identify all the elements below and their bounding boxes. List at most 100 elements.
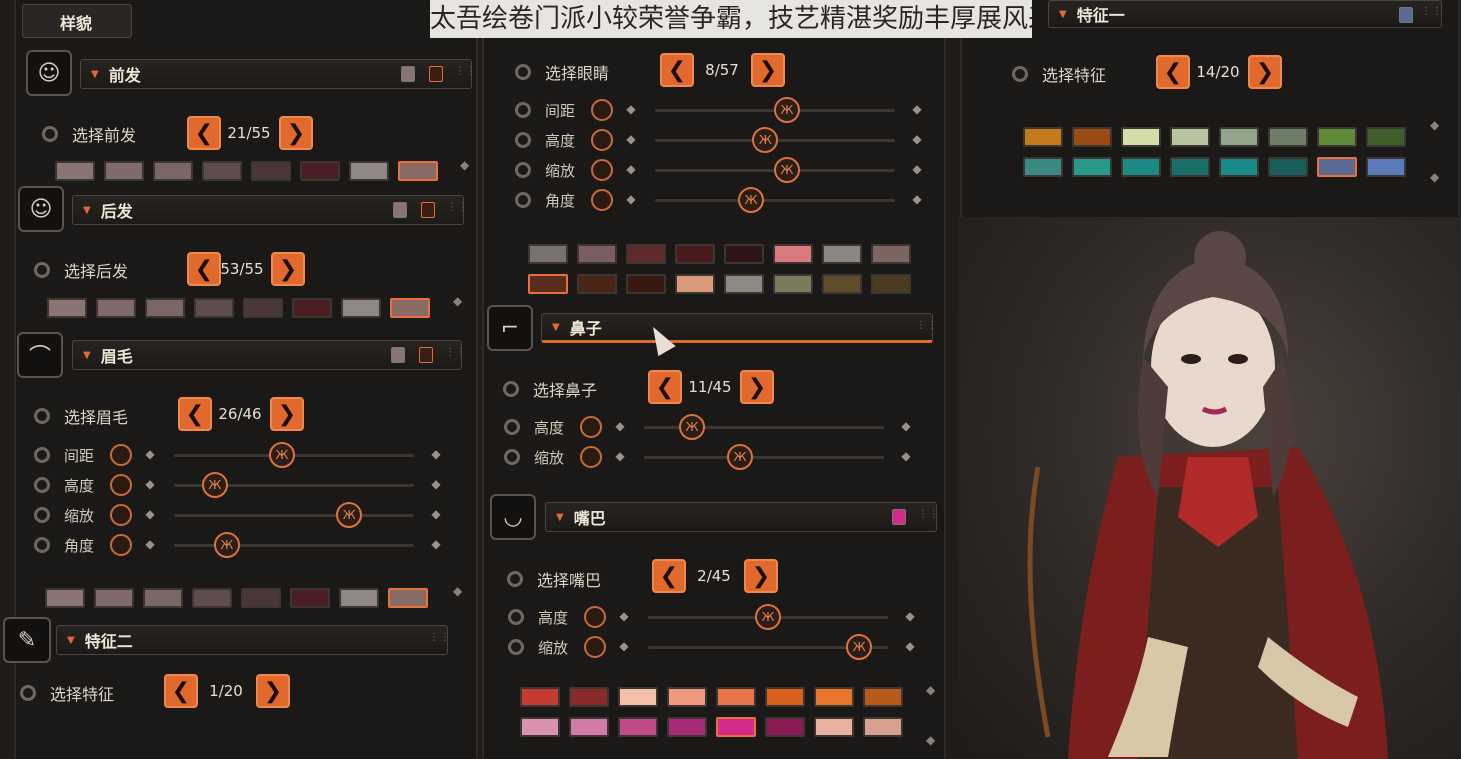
scroll-diamond-icon[interactable]: ◆ [453, 294, 462, 308]
eye-color-swatch[interactable] [822, 274, 862, 294]
eye-color-swatch[interactable] [871, 274, 911, 294]
scroll-diamond-icon[interactable]: ◆ [1430, 118, 1439, 132]
reset-icon[interactable] [591, 159, 613, 181]
eyebrows-next-button[interactable]: ❯ [270, 397, 304, 431]
feature1-color-swatch[interactable] [1170, 157, 1210, 177]
feature1-color-swatch[interactable] [1121, 127, 1161, 147]
grip-icon[interactable]: ⋮⋮ [918, 510, 939, 525]
feature1-color-swatch[interactable] [1366, 127, 1406, 147]
mouth-color-swatch[interactable] [618, 687, 658, 707]
mouth-color-swatch[interactable] [814, 717, 854, 737]
mouth-color-swatch[interactable] [716, 717, 756, 737]
front-hair-color-swatch[interactable] [202, 161, 242, 181]
eyebrow-color-swatch[interactable] [388, 588, 428, 608]
reset-icon[interactable] [580, 446, 602, 468]
grip-icon[interactable]: ⋮⋮ [455, 67, 476, 82]
feature2-icon[interactable]: ✎ [3, 617, 51, 663]
eyebrow-color-swatch[interactable] [45, 588, 85, 608]
eye-color-swatch[interactable] [577, 244, 617, 264]
grip-icon[interactable]: ⋮⋮ [445, 348, 466, 363]
eyebrow-slider-knob[interactable]: Ж [201, 472, 228, 498]
feature1-color-swatch[interactable] [1268, 127, 1308, 147]
feature2-next-button[interactable]: ❯ [256, 674, 290, 708]
feature2-prev-button[interactable]: ❮ [164, 674, 198, 708]
mouth-next-button[interactable]: ❯ [744, 559, 778, 593]
back-hair-next-button[interactable]: ❯ [271, 252, 305, 286]
front-hair-icon[interactable]: ☺ [26, 50, 72, 96]
eyebrows-header[interactable]: ▼ 眉毛 ⋮⋮ [72, 340, 466, 370]
back-hair-color-swatch[interactable] [341, 298, 381, 318]
front-hair-header[interactable]: ▼ 前发 ⋮⋮ [80, 59, 476, 89]
eye-color-swatch[interactable] [724, 244, 764, 264]
feature1-color-swatch[interactable] [1219, 157, 1259, 177]
eye-slider-knob[interactable]: Ж [774, 97, 800, 123]
eye-color-swatch[interactable] [724, 274, 764, 294]
reset-icon[interactable] [591, 189, 613, 211]
eye-color-swatch[interactable] [528, 244, 568, 264]
feature1-color-swatch[interactable] [1317, 127, 1357, 147]
eye-slider-knob[interactable]: Ж [774, 157, 800, 183]
mouth-color-swatch[interactable] [520, 687, 560, 707]
feature1-color-swatch[interactable] [1366, 157, 1406, 177]
eye-color-swatch[interactable] [626, 274, 666, 294]
reset-icon[interactable] [584, 636, 606, 658]
feature1-color-swatch[interactable] [1121, 157, 1161, 177]
eye-slider-knob[interactable]: Ж [738, 187, 764, 213]
collapse-triangle-icon[interactable]: ▼ [83, 205, 91, 216]
collapse-triangle-icon[interactable]: ▼ [91, 69, 99, 80]
eyebrow-slider-knob[interactable]: Ж [213, 532, 240, 558]
reset-icon[interactable] [110, 474, 132, 496]
nose-slider-knob[interactable]: Ж [679, 414, 705, 440]
eyebrow-color-swatch[interactable] [290, 588, 330, 608]
collapse-triangle-icon[interactable]: ▼ [552, 322, 560, 333]
nose-next-button[interactable]: ❯ [740, 370, 774, 404]
reset-icon[interactable] [584, 606, 606, 628]
grip-icon[interactable]: ⋮⋮ [1421, 7, 1442, 22]
collapse-triangle-icon[interactable]: ▼ [1059, 9, 1067, 20]
mouth-color-swatch[interactable] [814, 687, 854, 707]
feature1-next-button[interactable]: ❯ [1248, 55, 1282, 89]
mouth-color-swatch[interactable] [765, 687, 805, 707]
mouth-color-swatch[interactable] [569, 717, 609, 737]
front-hair-color-swatch[interactable] [398, 161, 438, 181]
mouth-color-swatch[interactable] [716, 687, 756, 707]
mouth-color-swatch[interactable] [863, 687, 903, 707]
front-hair-color-swatch[interactable] [349, 161, 389, 181]
eyebrow-slider-knob[interactable]: Ж [336, 502, 363, 528]
eyebrow-color-swatch[interactable] [241, 588, 281, 608]
eyebrow-slider-knob[interactable]: Ж [269, 442, 295, 468]
mouth-color-swatch[interactable] [892, 509, 906, 525]
collapse-triangle-icon[interactable]: ▼ [83, 350, 91, 361]
nose-icon[interactable]: ⌐ [487, 305, 533, 351]
eye-color-swatch[interactable] [773, 274, 813, 294]
feature1-color-swatch[interactable] [1268, 157, 1308, 177]
feature1-header[interactable]: ▼ 特征一 ⋮⋮ [1048, 0, 1442, 28]
mouth-color-swatch[interactable] [618, 717, 658, 737]
feature1-color-swatch[interactable] [1023, 157, 1063, 177]
feature1-color-swatch[interactable] [1072, 127, 1112, 147]
grip-icon[interactable]: ⋮⋮ [429, 633, 450, 648]
eyes-next-button[interactable]: ❯ [751, 53, 785, 87]
back-hair-color-swatch[interactable] [194, 298, 234, 318]
back-hair-icon[interactable]: ☺ [18, 186, 64, 232]
reset-icon[interactable] [580, 416, 602, 438]
mouth-color-swatch[interactable] [863, 717, 903, 737]
scroll-diamond-icon[interactable]: ◆ [453, 584, 462, 598]
mouth-color-swatch[interactable] [765, 717, 805, 737]
eyebrow-color-swatch[interactable] [94, 588, 134, 608]
mouth-header[interactable]: ▼ 嘴巴 ⋮⋮ [545, 502, 939, 532]
back-hair-color-swatch[interactable] [390, 298, 430, 318]
nose-slider-track[interactable] [644, 456, 884, 459]
lock-icon[interactable] [429, 66, 443, 82]
eye-color-swatch[interactable] [528, 274, 568, 294]
feature2-header[interactable]: ▼ 特征二 ⋮⋮ [56, 625, 450, 655]
mouth-icon[interactable]: ◡ [490, 494, 536, 540]
collapse-triangle-icon[interactable]: ▼ [67, 635, 75, 646]
eye-color-swatch[interactable] [577, 274, 617, 294]
reset-icon[interactable] [110, 444, 132, 466]
eye-color-swatch[interactable] [822, 244, 862, 264]
collapse-triangle-icon[interactable]: ▼ [556, 512, 564, 523]
lock-icon[interactable] [419, 347, 433, 363]
front-hair-color-swatch[interactable] [104, 161, 144, 181]
lock-icon[interactable] [421, 202, 435, 218]
